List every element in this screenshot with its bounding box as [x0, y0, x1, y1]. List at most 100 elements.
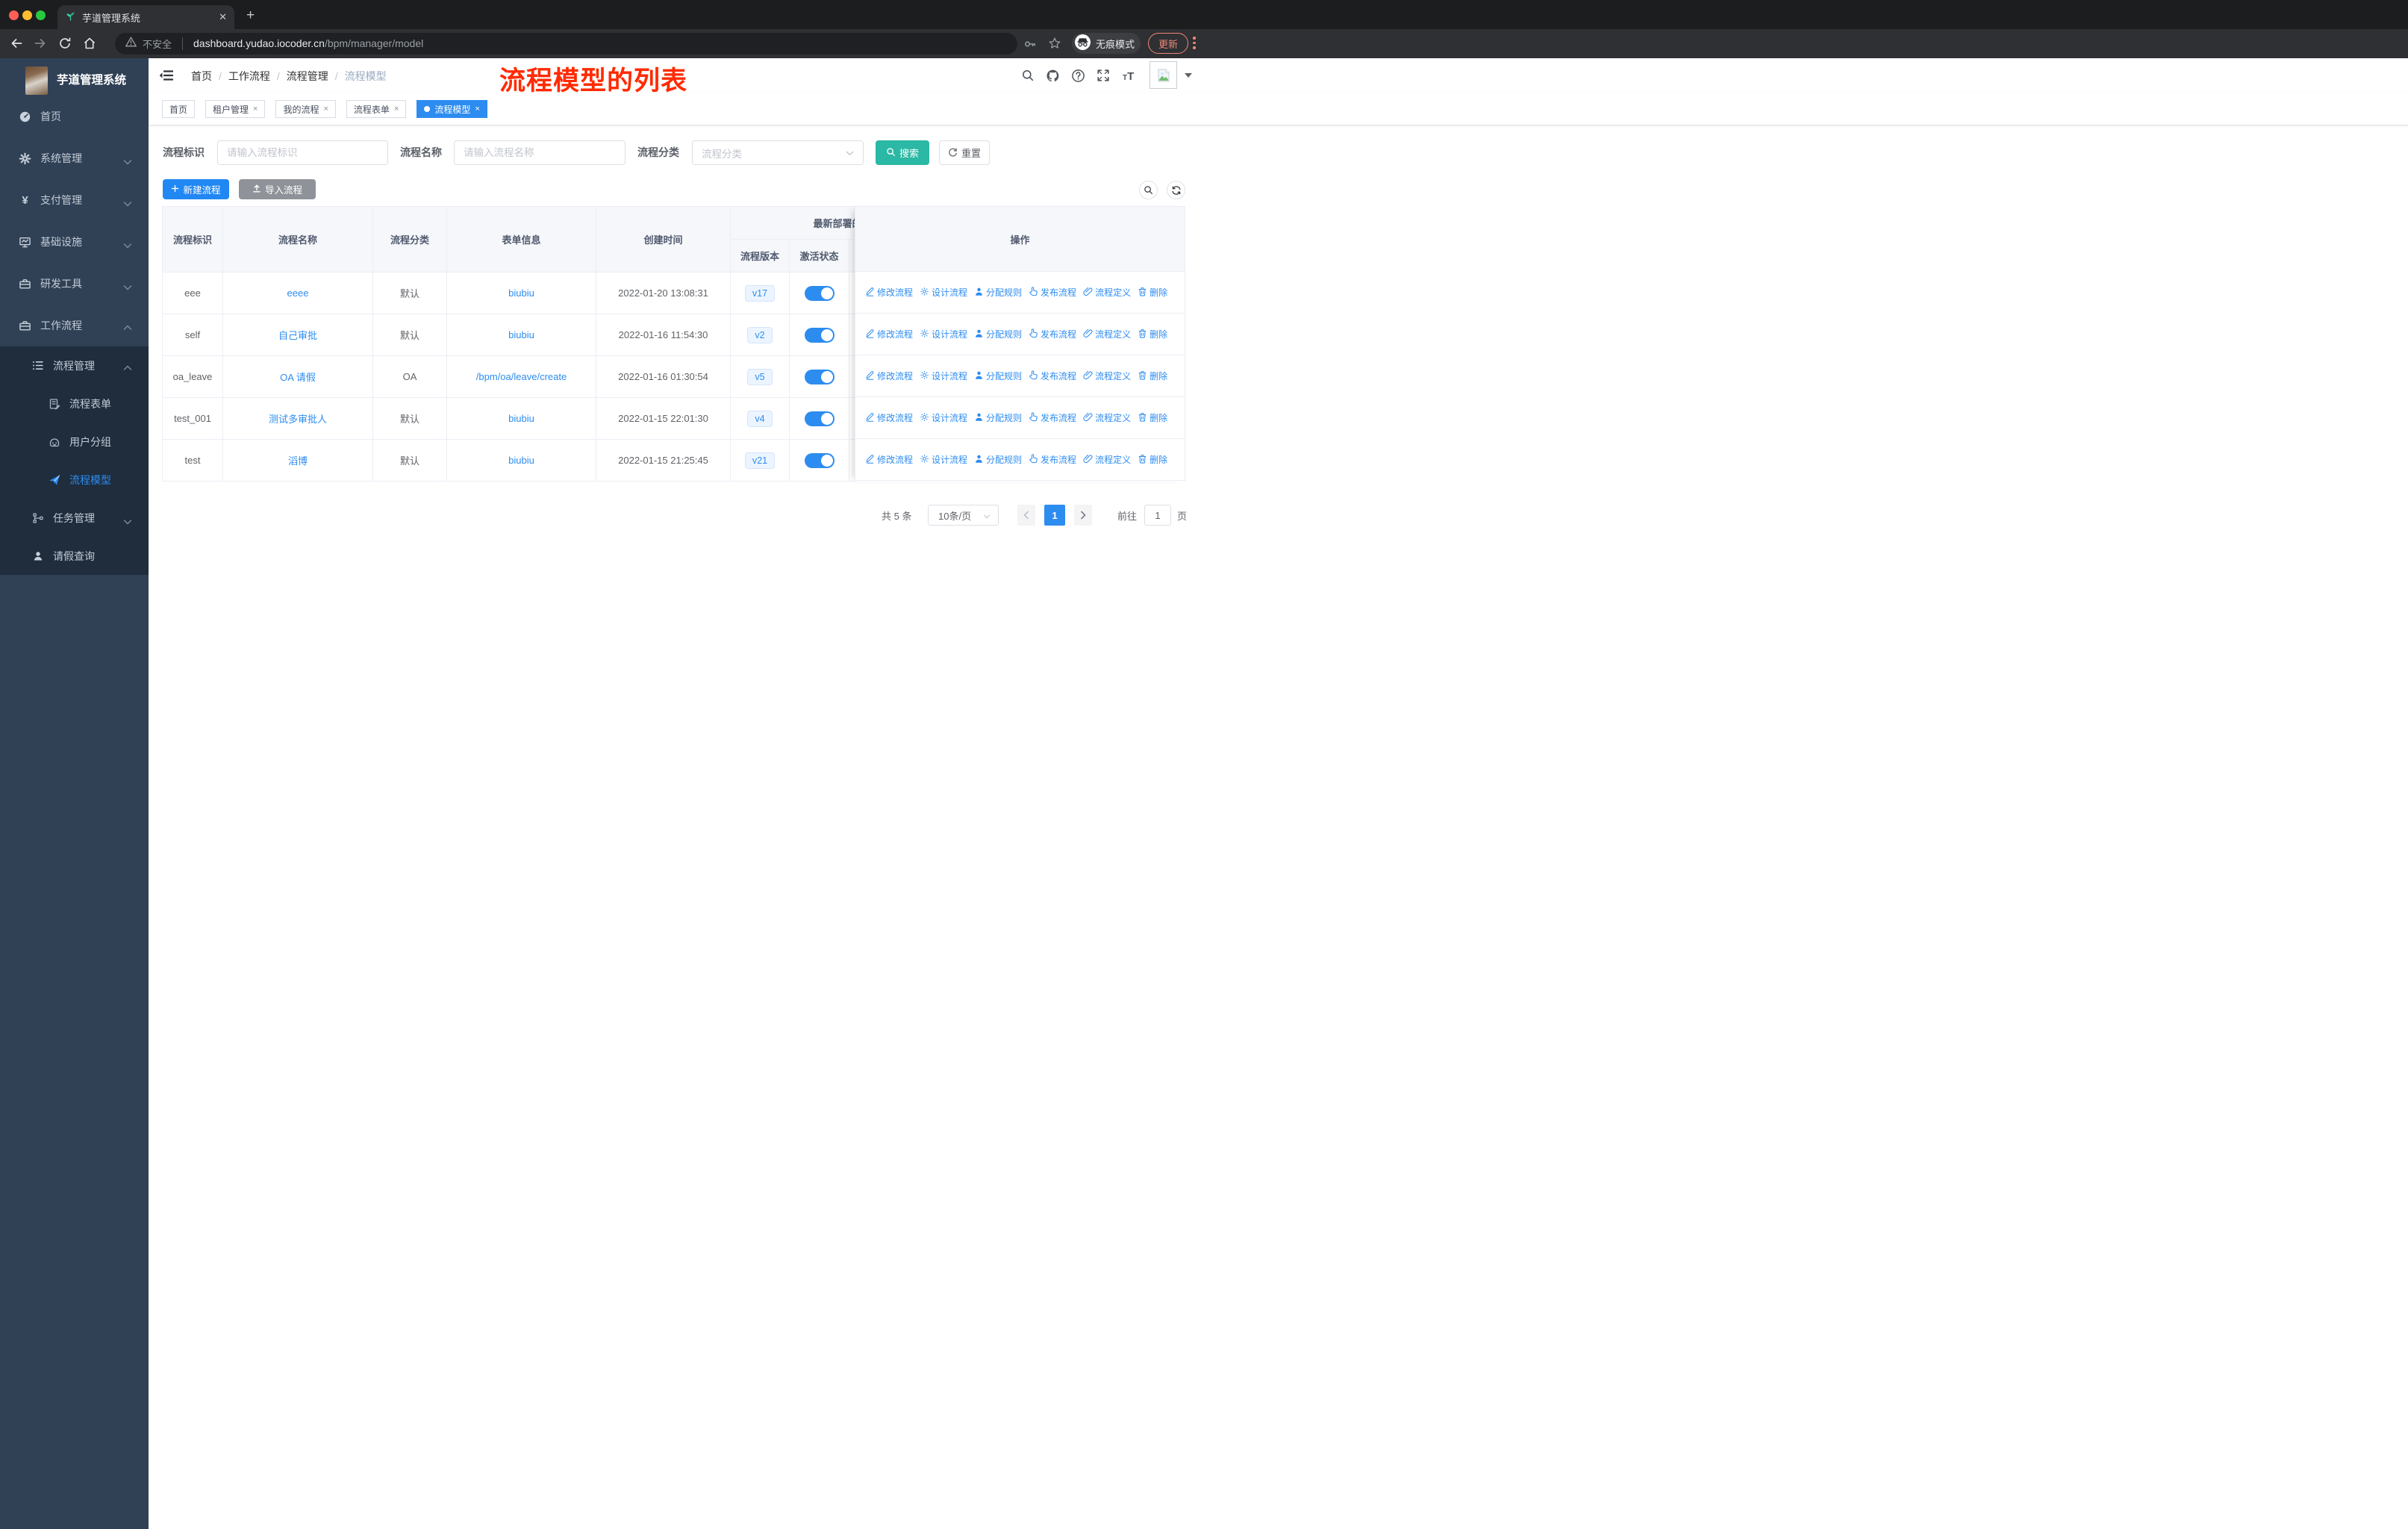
tag-流程模型[interactable]: 流程模型 ×	[417, 100, 487, 118]
browser-menu-icon[interactable]	[1193, 37, 1196, 49]
sidebar-item-dev-tools[interactable]: 研发工具	[0, 263, 149, 305]
current-page-button[interactable]: 1	[1044, 505, 1065, 526]
browser-update-button[interactable]: 更新	[1148, 33, 1188, 54]
tab-close-icon[interactable]: ✕	[219, 11, 227, 23]
avatar-dropdown-caret-icon[interactable]	[1185, 73, 1192, 78]
next-page-button[interactable]	[1074, 505, 1092, 526]
active-toggle[interactable]	[804, 411, 835, 426]
sidebar-item-process-form[interactable]: 流程表单	[0, 384, 149, 423]
process-name-link[interactable]: 滔博	[288, 455, 308, 467]
tag-我的流程[interactable]: 我的流程 ×	[275, 100, 336, 118]
row-action-edit[interactable]: 修改流程	[865, 411, 913, 424]
password-key-icon[interactable]	[1023, 37, 1037, 55]
row-action-design[interactable]: 设计流程	[920, 370, 967, 382]
row-action-assign[interactable]: 分配规则	[974, 286, 1022, 299]
process-name-input[interactable]	[454, 140, 626, 165]
row-action-assign[interactable]: 分配规则	[974, 370, 1022, 382]
process-name-link[interactable]: OA 请假	[280, 372, 316, 383]
url-bar[interactable]: 不安全 dashboard.yudao.iocoder.cn/bpm/manag…	[115, 33, 1017, 55]
active-toggle[interactable]	[804, 327, 835, 343]
reset-button[interactable]: 重置	[939, 140, 990, 165]
row-action-delete[interactable]: 删除	[1138, 286, 1167, 299]
sidebar-item-infrastructure[interactable]: 基础设施	[0, 221, 149, 263]
page-size-select[interactable]: 10条/页	[928, 505, 999, 526]
browser-tab[interactable]: 芋道管理系统 ✕	[57, 5, 234, 29]
row-action-definition[interactable]: 流程定义	[1083, 411, 1131, 424]
row-action-publish[interactable]: 发布流程	[1029, 286, 1076, 299]
sidebar-collapse-icon[interactable]	[159, 69, 174, 86]
active-toggle[interactable]	[804, 452, 835, 468]
row-action-assign[interactable]: 分配规则	[974, 411, 1022, 424]
active-toggle[interactable]	[804, 369, 835, 384]
row-action-edit[interactable]: 修改流程	[865, 286, 913, 299]
sidebar-item-user-group[interactable]: 用户分组	[0, 423, 149, 461]
back-icon[interactable]	[9, 36, 24, 55]
sidebar-item-process-model[interactable]: 流程模型	[0, 461, 149, 499]
row-action-definition[interactable]: 流程定义	[1083, 453, 1131, 466]
new-tab-button[interactable]: +	[246, 7, 255, 24]
row-action-design[interactable]: 设计流程	[920, 328, 967, 340]
row-action-design[interactable]: 设计流程	[920, 411, 967, 424]
minimize-window-button[interactable]	[22, 10, 32, 20]
row-action-edit[interactable]: 修改流程	[865, 370, 913, 382]
sidebar-item-process-manage[interactable]: 流程管理	[0, 346, 149, 384]
breadcrumb-item[interactable]: 流程模型	[345, 69, 387, 84]
row-action-publish[interactable]: 发布流程	[1029, 370, 1076, 382]
row-action-publish[interactable]: 发布流程	[1029, 453, 1076, 466]
active-toggle[interactable]	[804, 285, 835, 301]
row-action-delete[interactable]: 删除	[1138, 411, 1167, 424]
import-process-button[interactable]: 导入流程	[239, 179, 316, 199]
user-avatar[interactable]	[1150, 61, 1177, 89]
bookmark-star-icon[interactable]	[1048, 37, 1061, 54]
sidebar-item-payment-manage[interactable]: ¥ 支付管理	[0, 179, 149, 221]
fullscreen-icon[interactable]	[1097, 69, 1110, 86]
row-action-publish[interactable]: 发布流程	[1029, 411, 1076, 424]
process-name-link[interactable]: 自己审批	[278, 330, 317, 341]
row-action-publish[interactable]: 发布流程	[1029, 328, 1076, 340]
tag-首页[interactable]: 首页	[162, 100, 196, 118]
row-action-delete[interactable]: 删除	[1138, 453, 1167, 466]
help-icon[interactable]	[1071, 69, 1085, 87]
create-process-button[interactable]: 新建流程	[163, 179, 229, 199]
close-window-button[interactable]	[9, 10, 19, 20]
tag-close-icon[interactable]: ×	[323, 105, 328, 113]
row-action-design[interactable]: 设计流程	[920, 453, 967, 466]
tag-租户管理[interactable]: 租户管理 ×	[205, 100, 266, 118]
maximize-window-button[interactable]	[36, 10, 46, 20]
breadcrumb-item[interactable]: 流程管理	[287, 69, 328, 84]
github-icon[interactable]	[1046, 69, 1060, 87]
form-info-link[interactable]: biubiu	[508, 329, 534, 340]
process-name-link[interactable]: 测试多审批人	[269, 414, 327, 425]
sidebar-item-home[interactable]: 首页	[0, 96, 149, 137]
forward-icon[interactable]	[33, 36, 48, 55]
sidebar-item-system-manage[interactable]: 系统管理	[0, 137, 149, 179]
search-button[interactable]: 搜索	[876, 140, 929, 165]
tag-流程表单[interactable]: 流程表单 ×	[346, 100, 407, 118]
sidebar-item-task-manage[interactable]: 任务管理	[0, 499, 149, 537]
row-action-assign[interactable]: 分配规则	[974, 453, 1022, 466]
breadcrumb-item[interactable]: 工作流程	[228, 69, 270, 84]
refresh-table-button[interactable]	[1167, 181, 1185, 199]
header-search-icon[interactable]	[1021, 69, 1035, 86]
sidebar-item-leave-query[interactable]: 请假查询	[0, 537, 149, 575]
process-name-link[interactable]: eeee	[287, 287, 309, 299]
home-icon[interactable]	[82, 36, 97, 55]
row-action-edit[interactable]: 修改流程	[865, 453, 913, 466]
row-action-assign[interactable]: 分配规则	[974, 328, 1022, 340]
sidebar-item-workflow[interactable]: 工作流程	[0, 305, 149, 346]
row-action-definition[interactable]: 流程定义	[1083, 286, 1131, 299]
row-action-definition[interactable]: 流程定义	[1083, 370, 1131, 382]
prev-page-button[interactable]	[1017, 505, 1035, 526]
tag-close-icon[interactable]: ×	[253, 105, 258, 113]
row-action-delete[interactable]: 删除	[1138, 328, 1167, 340]
form-info-link[interactable]: biubiu	[508, 413, 534, 424]
row-action-edit[interactable]: 修改流程	[865, 328, 913, 340]
row-action-delete[interactable]: 删除	[1138, 370, 1167, 382]
row-action-design[interactable]: 设计流程	[920, 286, 967, 299]
show-search-toggle-button[interactable]	[1139, 181, 1158, 199]
row-action-definition[interactable]: 流程定义	[1083, 328, 1131, 340]
form-info-link[interactable]: /bpm/oa/leave/create	[476, 371, 567, 382]
process-id-input[interactable]	[217, 140, 388, 165]
tag-close-icon[interactable]: ×	[394, 105, 399, 113]
breadcrumb-item[interactable]: 首页	[191, 69, 212, 84]
